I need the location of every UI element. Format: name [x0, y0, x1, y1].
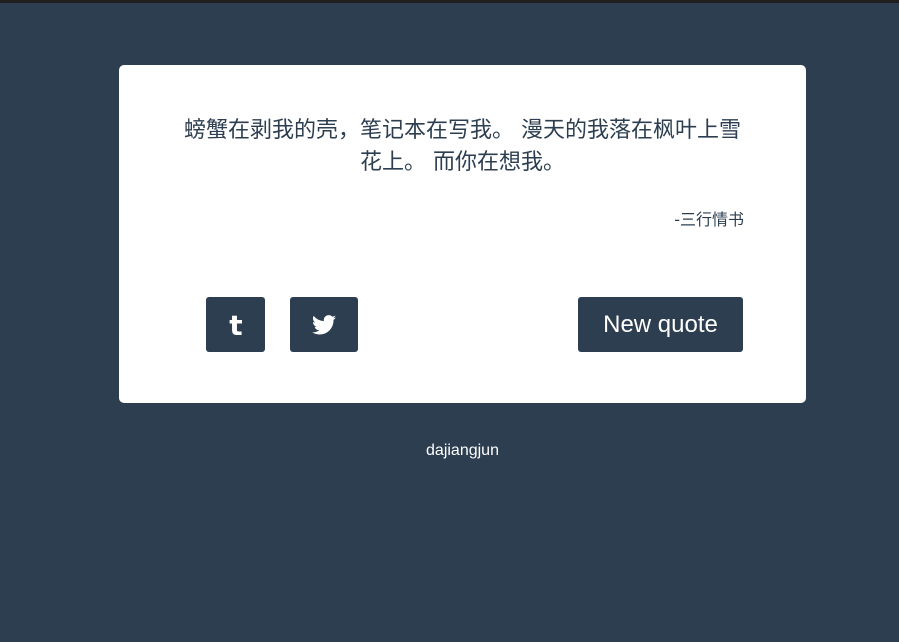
- browser-top-edge: [0, 0, 899, 3]
- footer-credit: dajiangjun: [426, 442, 499, 459]
- twitter-icon: [312, 314, 336, 335]
- tumblr-icon: t: [225, 311, 247, 339]
- new-quote-button[interactable]: New quote: [578, 297, 743, 352]
- quote-card: 螃蟹在剥我的壳，笔记本在写我。 漫天的我落在枫叶上雪花上。 而你在想我。 -三行…: [119, 65, 806, 403]
- quote-text: 螃蟹在剥我的壳，笔记本在写我。 漫天的我落在枫叶上雪花上。 而你在想我。: [184, 118, 741, 175]
- svg-text:t: t: [229, 311, 242, 339]
- tumblr-share-button[interactable]: t: [206, 297, 265, 352]
- quote-author: -三行情书: [674, 210, 744, 229]
- twitter-share-button[interactable]: [290, 297, 358, 352]
